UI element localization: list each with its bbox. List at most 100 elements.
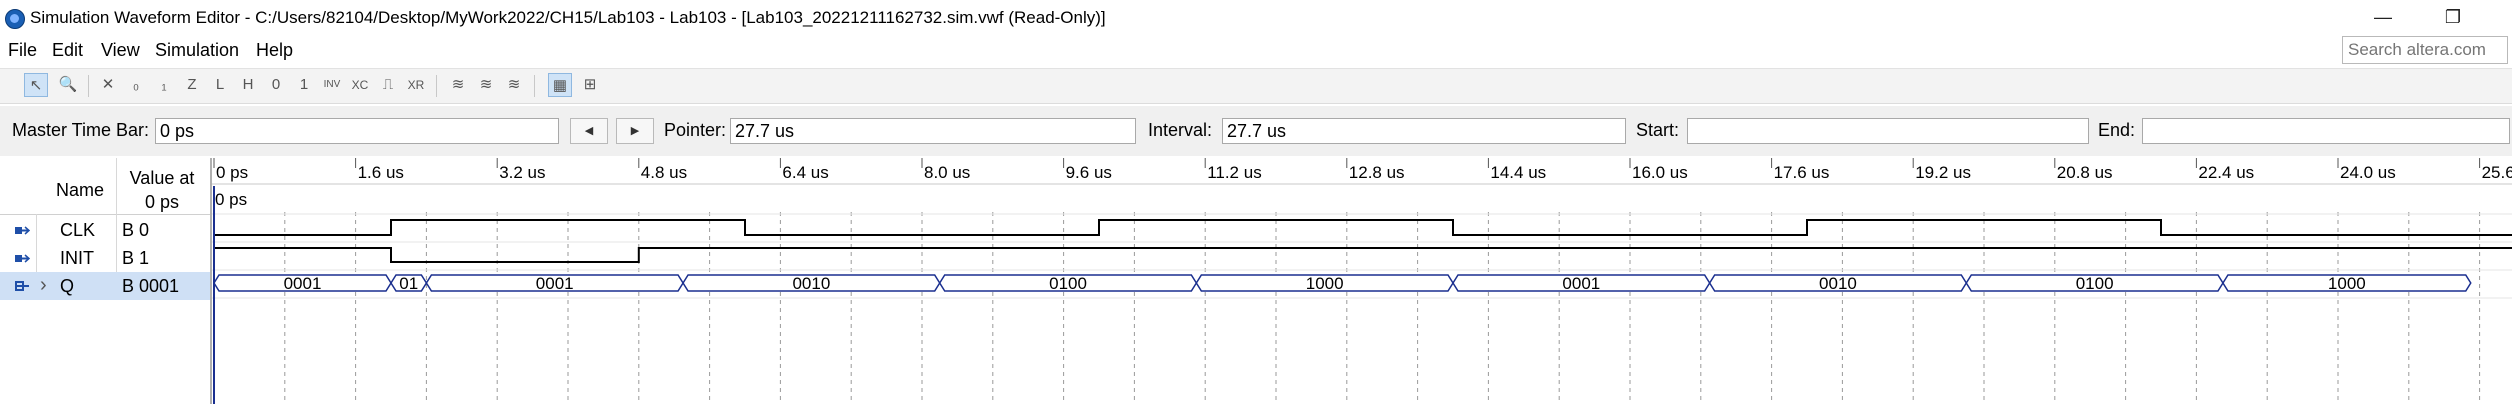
clk-waveform[interactable] (214, 219, 2512, 236)
toolbar-separator (436, 75, 437, 97)
ruler-tick-label: 6.4 us (782, 163, 828, 182)
snap-to-grid-icon[interactable]: ▦ (548, 73, 572, 97)
toolbar-separator (534, 75, 535, 97)
q-bus-value: 01 (399, 274, 418, 293)
menu-file[interactable]: File (8, 40, 37, 61)
window-title: Simulation Waveform Editor - C:/Users/82… (30, 8, 1106, 27)
q-bus-value: 1000 (2328, 274, 2366, 293)
clock-icon[interactable]: ⎍ (376, 73, 400, 97)
ruler-tick-label: 17.6 us (1774, 163, 1830, 182)
signal-row-clk[interactable]: CLK B 0 (0, 216, 210, 244)
output-bus-icon (15, 281, 29, 291)
low-icon[interactable]: 0 (264, 73, 288, 97)
ruler-tick-label: 12.8 us (1349, 163, 1405, 182)
waveform-canvas[interactable]: 0 ps 1.6 us 3.2 us 4.8 us 6.4 us 8.0 us 9.6 us… (212, 158, 2512, 404)
header-divider (0, 214, 210, 215)
master-time-bar-label: Master Time Bar: (12, 120, 150, 140)
end-label: End: (2098, 120, 2136, 140)
time-bar: Master Time Bar: ◀ ▶ Pointer: Interval: … (0, 106, 2512, 156)
ruler-tick-label: 19.2 us (1915, 163, 1971, 182)
signal-name: CLK (60, 220, 96, 240)
ruler-tick-label: 1.6 us (358, 163, 404, 182)
signal-value: B 0 (122, 220, 150, 240)
search-input[interactable] (2342, 36, 2508, 64)
random-value-3-icon[interactable]: ≋ (502, 73, 526, 97)
input-pin-icon (15, 226, 30, 235)
init-trace[interactable] (214, 247, 2512, 263)
ruler-tick-label: 24.0 us (2340, 163, 2396, 182)
q-bus-value: 0100 (2076, 274, 2114, 293)
q-bus-value: 0010 (792, 274, 830, 293)
expand-chevron-icon[interactable]: › (40, 274, 47, 297)
title-bar: Simulation Waveform Editor - C:/Users/82… (0, 0, 2512, 36)
master-time-bar-field[interactable] (155, 118, 559, 144)
q-waveform[interactable]: 0001 01 0001 0010 0100 1000 0001 0010 0100 1000 (213, 274, 2472, 293)
signal-name: Q (60, 276, 75, 296)
random-value-2-icon[interactable]: ≋ (474, 73, 498, 97)
name-column-header[interactable]: Name (52, 180, 108, 201)
count-value-icon[interactable]: XC (348, 73, 372, 97)
value-column-header[interactable]: Value at (118, 168, 206, 189)
high-icon[interactable]: 1 (292, 73, 316, 97)
random-value-icon[interactable]: ≋ (446, 73, 470, 97)
pointer-field[interactable] (730, 118, 1136, 144)
ruler-tick-label: 16.0 us (1632, 163, 1688, 182)
q-bus-value: 0001 (284, 274, 322, 293)
signal-list-panel: Name Value at 0 ps CLK B 0 INIT B 1 › Q … (0, 158, 212, 404)
ruler-tick-label: 22.4 us (2198, 163, 2254, 182)
zoom-icon[interactable]: 🔍 (56, 73, 80, 97)
weak-high-icon[interactable]: H (236, 73, 260, 97)
signal-value: B 0001 (122, 276, 180, 296)
q-bus-value: 0100 (1049, 274, 1087, 293)
minimize-button[interactable]: — (2348, 0, 2418, 34)
pointer-label: Pointer: (664, 120, 727, 140)
signal-value: B 1 (122, 248, 150, 268)
invert-icon[interactable]: INV (320, 73, 344, 97)
value-column-header-time: 0 ps (144, 192, 180, 212)
signal-name: INIT (60, 248, 94, 268)
ruler-tick-label: 8.0 us (924, 163, 970, 182)
ruler-tick-label: 4.8 us (641, 163, 687, 182)
unknown-value-icon[interactable]: ✕ (96, 73, 120, 97)
restore-button[interactable]: ❐ (2418, 0, 2488, 34)
ruler-tick-label: 9.6 us (1066, 163, 1112, 182)
ruler-tick-label: 20.8 us (2057, 163, 2113, 182)
menu-view[interactable]: View (101, 40, 140, 61)
q-bus-value: 0001 (1562, 274, 1600, 293)
high-impedance-icon[interactable]: Z (180, 73, 204, 97)
start-field[interactable] (1687, 118, 2089, 144)
menu-bar: File Edit View Simulation Help (0, 36, 2512, 66)
q-bus-value: 0010 (1819, 274, 1857, 293)
toolbar-separator (88, 75, 89, 97)
weak-low-icon[interactable]: L (208, 73, 232, 97)
start-label: Start: (1636, 120, 1680, 140)
clk-trace[interactable] (214, 219, 2512, 236)
grid (212, 212, 2512, 404)
app-icon (5, 9, 25, 29)
ruler-tick-label: 11.2 us (1207, 163, 1262, 182)
ruler-tick-label: 0 ps (216, 163, 248, 182)
signal-row-init[interactable]: INIT B 1 (0, 244, 210, 272)
ruler-tick-label: 14.4 us (1490, 163, 1546, 182)
next-transition-button[interactable]: ▶ (616, 118, 654, 144)
menu-edit[interactable]: Edit (52, 40, 83, 61)
ruler-tick-label: 25.6 us (2482, 163, 2512, 182)
signal-row-q[interactable]: › Q B 0001 (0, 272, 210, 300)
interval-label: Interval: (1148, 120, 1213, 140)
q-bus-value: 0001 (536, 274, 574, 293)
previous-transition-button[interactable]: ◀ (570, 118, 608, 144)
menu-help[interactable]: Help (256, 40, 293, 61)
toolbar: ↖ 🔍 ✕ ₀ ₁ Z L H 0 1 INV XC ⎍ XR ≋ ≋ ≋ ▦ … (0, 68, 2512, 104)
q-bus-value: 1000 (1306, 274, 1344, 293)
pointer-icon[interactable]: ↖ (24, 73, 48, 97)
interval-field[interactable] (1222, 118, 1626, 144)
init-waveform[interactable] (214, 247, 2512, 263)
forcing-high-icon[interactable]: ₁ (152, 73, 176, 97)
ruler-tick-label: 3.2 us (499, 163, 545, 182)
menu-simulation[interactable]: Simulation (155, 40, 239, 61)
end-field[interactable] (2142, 118, 2510, 144)
grid-settings-icon[interactable]: ⊞ (578, 73, 602, 97)
time-ruler: 0 ps 1.6 us 3.2 us 4.8 us 6.4 us 8.0 us 9.6 us… (212, 158, 2512, 185)
arbitrary-value-icon[interactable]: XR (404, 73, 428, 97)
forcing-low-icon[interactable]: ₀ (124, 73, 148, 97)
